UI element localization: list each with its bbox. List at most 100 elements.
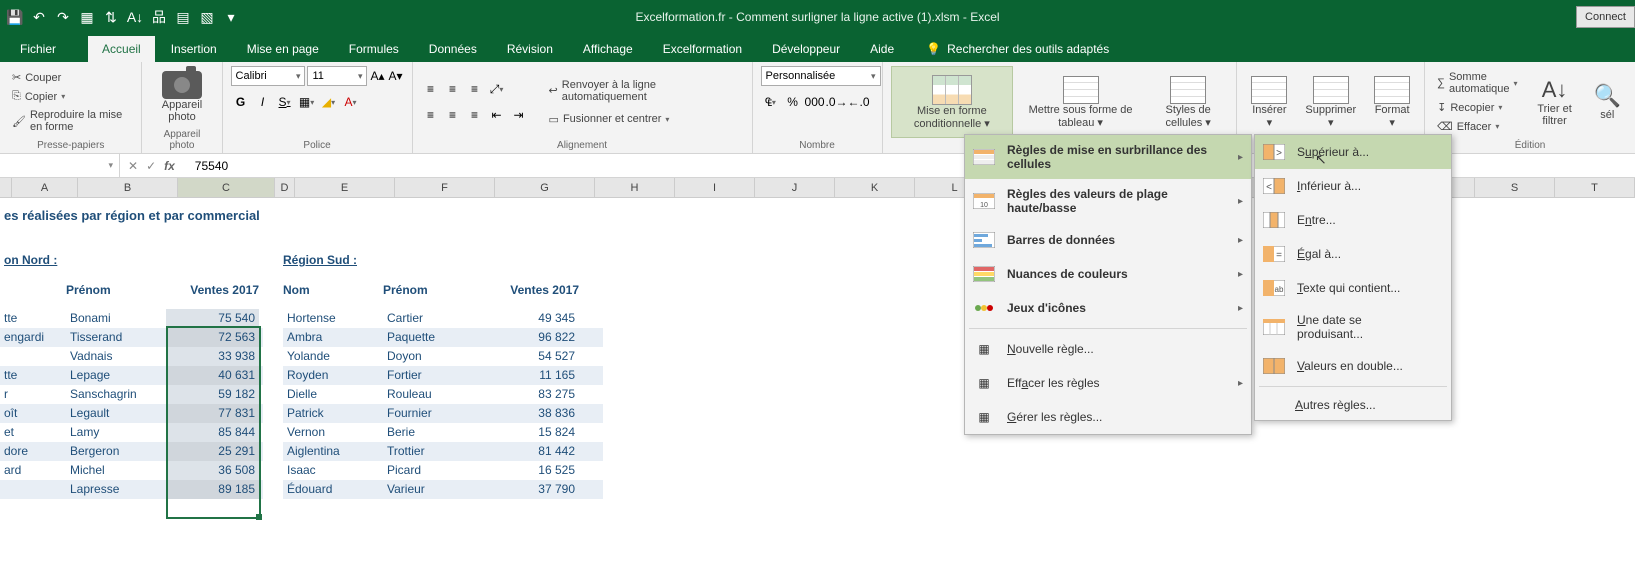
cell[interactable]: 37 790 [483,480,579,499]
align-left-icon[interactable]: ≡ [421,105,441,125]
column-header[interactable]: C [178,178,275,197]
cell[interactable]: 36 508 [166,461,259,480]
cell[interactable]: Doyon [383,347,483,366]
cell[interactable]: Vernon [283,423,383,442]
cell[interactable]: Fortier [383,366,483,385]
table-row[interactable]: RoydenFortier11 165 [283,366,603,385]
qat-icon[interactable]: ⇅ [102,8,120,26]
cell[interactable]: 81 442 [483,442,579,461]
cell[interactable]: engardi [0,328,66,347]
cancel-icon[interactable]: ✕ [128,159,138,173]
tab-help[interactable]: Aide [856,36,908,62]
table-row[interactable]: YolandeDoyon54 527 [283,347,603,366]
cell[interactable]: Patrick [283,404,383,423]
table-row[interactable]: doreBergeron25 291 [0,442,263,461]
percent-icon[interactable]: % [783,92,803,112]
cell[interactable]: r [0,385,66,404]
cell[interactable]: Rouleau [383,385,483,404]
cell[interactable]: Royden [283,366,383,385]
cell[interactable]: 89 185 [166,480,259,499]
font-size-combo[interactable]: 11 [307,66,367,86]
clear-button[interactable]: ⌫Effacer [1433,118,1521,135]
sort-filter-button[interactable]: A↓Trier et filtrer [1528,66,1582,138]
cell[interactable]: Trottier [383,442,483,461]
menu-clear-rules[interactable]: ▦ Effacer les règles [965,366,1251,400]
decrease-decimal-icon[interactable]: ←.0 [849,92,869,112]
table-row[interactable]: AmbraPaquette96 822 [283,328,603,347]
format-painter-button[interactable]: 🖌Reproduire la mise en forme [8,107,133,135]
column-header[interactable]: E [295,178,395,197]
cell[interactable]: 11 165 [483,366,579,385]
tab-layout[interactable]: Mise en page [233,36,333,62]
column-header[interactable]: I [675,178,755,197]
bold-button[interactable]: G [231,92,251,112]
menu-icon-sets[interactable]: Jeux d'icônes [965,291,1251,325]
column-header[interactable]: A [12,178,78,197]
cell[interactable]: et [0,423,66,442]
column-header[interactable]: D [275,178,295,197]
table-row[interactable]: AiglentinaTrottier81 442 [283,442,603,461]
cell[interactable]: Lepage [66,366,166,385]
indent-increase-icon[interactable]: ⇥ [509,105,529,125]
table-row[interactable]: Vadnais33 938 [0,347,263,366]
orientation-icon[interactable]: ⤢ [487,79,507,99]
cell[interactable]: Aiglentina [283,442,383,461]
table-row[interactable]: etLamy85 844 [0,423,263,442]
cell-styles-button[interactable]: Styles de cellules ▾ [1148,66,1228,138]
cell[interactable]: Dielle [283,385,383,404]
cell[interactable]: 49 345 [483,309,579,328]
grow-font-icon[interactable]: A▴ [369,66,385,86]
cell[interactable]: 85 844 [166,423,259,442]
cell[interactable]: Paquette [383,328,483,347]
menu-less-than[interactable]: < Inférieur à... [1255,169,1451,203]
cell[interactable]: Lamy [66,423,166,442]
save-icon[interactable]: 💾 [6,8,24,26]
cell[interactable]: Bonami [66,309,166,328]
cell[interactable]: Édouard [283,480,383,499]
increase-decimal-icon[interactable]: .0→ [827,92,847,112]
cell[interactable] [0,480,66,499]
enter-icon[interactable]: ✓ [146,159,156,173]
tab-home[interactable]: Accueil [88,36,155,62]
cell[interactable]: Yolande [283,347,383,366]
italic-button[interactable]: I [253,92,273,112]
tab-data[interactable]: Données [415,36,491,62]
cut-button[interactable]: ✂Couper [8,69,133,86]
indent-decrease-icon[interactable]: ⇤ [487,105,507,125]
cell[interactable]: Varieur [383,480,483,499]
cell[interactable]: 75 540 [166,309,259,328]
align-right-icon[interactable]: ≡ [465,105,485,125]
cell[interactable]: 38 836 [483,404,579,423]
qat-icon[interactable]: ▾ [222,8,240,26]
cell[interactable]: ard [0,461,66,480]
column-header[interactable]: K [835,178,915,197]
tab-formulas[interactable]: Formules [335,36,413,62]
cell[interactable]: Vadnais [66,347,166,366]
menu-equal-to[interactable]: = Égal à... [1255,237,1451,271]
cell[interactable]: 54 527 [483,347,579,366]
cell[interactable]: 40 631 [166,366,259,385]
cell[interactable]: oît [0,404,66,423]
column-header[interactable]: T [1555,178,1635,197]
qat-icon[interactable]: 品 [150,8,168,26]
merge-center-button[interactable]: ▭Fusionner et centrer [545,111,744,128]
table-row[interactable]: ÉdouardVarieur37 790 [283,480,603,499]
column-header[interactable]: G [495,178,595,197]
table-row[interactable]: Lapresse89 185 [0,480,263,499]
table-row[interactable]: rSanschagrin59 182 [0,385,263,404]
cell[interactable]: Michel [66,461,166,480]
table-row[interactable]: ardMichel36 508 [0,461,263,480]
select-all-corner[interactable] [0,178,12,197]
cell[interactable]: Isaac [283,461,383,480]
cell[interactable]: 33 938 [166,347,259,366]
insert-cells-button[interactable]: Insérer▾ [1245,66,1293,138]
menu-new-rule[interactable]: ▦ Nouvelle règle... [965,332,1251,366]
qat-icon[interactable]: ▧ [198,8,216,26]
name-box[interactable] [0,154,120,177]
format-cells-button[interactable]: Format▾ [1368,66,1416,138]
font-name-combo[interactable]: Calibri [231,66,306,86]
menu-duplicate-values[interactable]: Valeurs en double... [1255,349,1451,383]
qat-icon[interactable]: A↓ [126,8,144,26]
tab-view[interactable]: Affichage [569,36,647,62]
cell[interactable]: 77 831 [166,404,259,423]
